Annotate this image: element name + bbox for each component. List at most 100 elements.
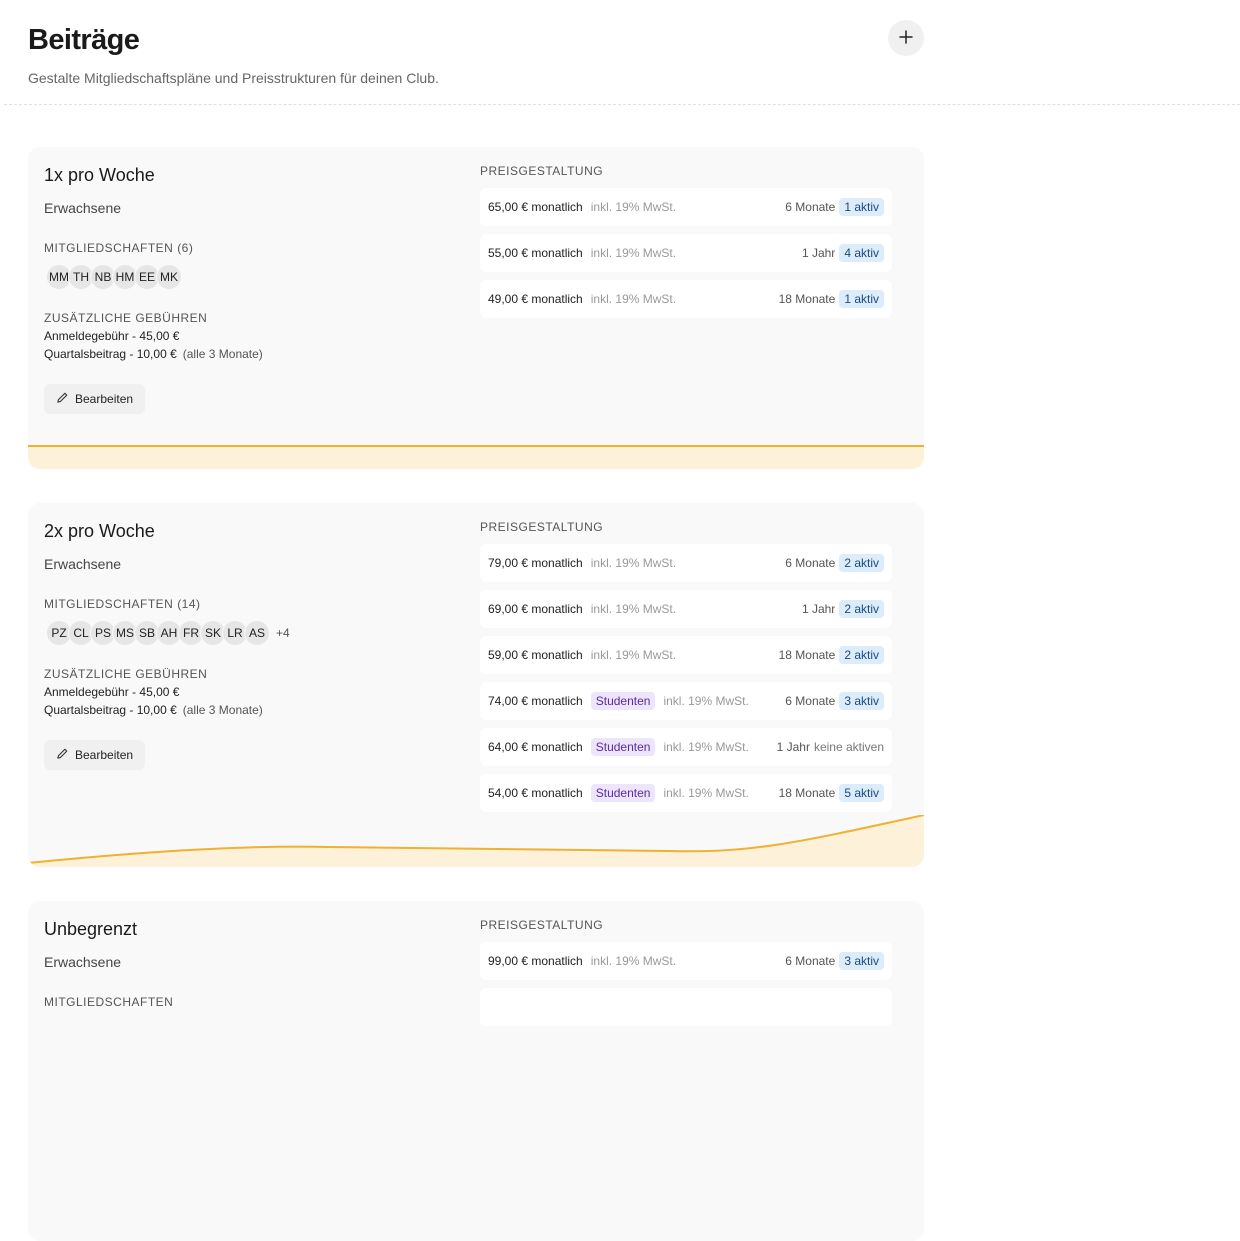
- active-count-badge: 3 aktiv: [839, 952, 884, 970]
- price-amount: 69,00 € monatlich: [488, 602, 583, 616]
- fees-label: Zusätzliche Gebühren: [44, 311, 208, 325]
- price-amount: 79,00 € monatlich: [488, 556, 583, 570]
- add-plan-button[interactable]: [888, 20, 924, 56]
- plan-title: 2x pro Woche: [44, 521, 155, 541]
- contract-duration: 6 Monate: [785, 200, 836, 214]
- fee-text: Anmeldegebühr - 45,00 €: [44, 329, 180, 343]
- fee-item: Anmeldegebühr - 45,00 €: [44, 685, 179, 699]
- plan-group: Erwachsene: [44, 200, 122, 216]
- fee-text: Anmeldegebühr - 45,00 €: [44, 685, 180, 699]
- memberships-count: (14): [177, 597, 201, 611]
- vat-note: inkl. 19% MwSt.: [590, 200, 677, 214]
- fee-note: (alle 3 Monate): [182, 347, 263, 361]
- fee-note: (alle 3 Monate): [182, 703, 263, 717]
- price-amount: 65,00 € monatlich: [488, 200, 583, 214]
- plan-title: Unbegrenzt: [44, 919, 138, 939]
- price-option-row[interactable]: 79,00 € monatlich inkl. 19% MwSt. 6 Monate…: [480, 544, 892, 582]
- fee-item: Anmeldegebühr - 45,00 €: [44, 329, 179, 343]
- fees-label: Zusätzliche Gebühren: [44, 667, 208, 681]
- pencil-icon: [56, 747, 69, 763]
- contract-duration: 1 Jahr: [776, 740, 810, 754]
- active-count-badge: 5 aktiv: [839, 784, 884, 802]
- memberships-count: (6): [177, 241, 194, 255]
- price-option-row[interactable]: 54,00 € monatlich Studenten inkl. 19% MwSt…: [480, 774, 892, 812]
- fee-text: Quartalsbeitrag - 10,00 €: [44, 703, 177, 717]
- contract-duration: 1 Jahr: [801, 246, 836, 260]
- edit-plan-button[interactable]: Bearbeiten: [44, 384, 146, 414]
- vat-note: inkl. 19% MwSt.: [590, 648, 677, 662]
- pricing-label: Preisgestaltung: [480, 520, 604, 534]
- price-option-row[interactable]: 69,00 € monatlich inkl. 19% MwSt. 1 Jahr 2 …: [480, 590, 892, 628]
- fee-item: Quartalsbeitrag - 10,00 € (alle 3 Monate): [44, 703, 263, 717]
- edit-label: Bearbeiten: [75, 748, 134, 762]
- plan-card: Unbegrenzt Erwachsene Mitgliedschaften Pre…: [28, 901, 924, 1241]
- pencil-icon: [56, 391, 69, 407]
- plan-title: 1x pro Woche: [44, 165, 155, 185]
- memberships-label: Mitgliedschaften (6): [44, 241, 193, 255]
- more-members-count[interactable]: +4: [276, 626, 290, 640]
- memberships-label-text: Mitgliedschaften: [44, 597, 174, 611]
- vat-note: inkl. 19% MwSt.: [663, 694, 749, 708]
- page-subtitle: Gestalte Mitgliedschaftspläne und Preiss…: [28, 70, 439, 86]
- price-amount: 99,00 € monatlich: [488, 954, 583, 968]
- fee-text: Quartalsbeitrag - 10,00 €: [44, 347, 177, 361]
- contract-duration: 6 Monate: [785, 954, 836, 968]
- vat-note: inkl. 19% MwSt.: [590, 954, 677, 968]
- plan-card: 1x pro Woche Erwachsene Mitgliedschaften (…: [28, 147, 924, 469]
- member-avatars: MM TH NB HM EE MK: [46, 264, 182, 290]
- member-avatars: PZ CL PS MS SB AH FR SK LR AS +4: [46, 620, 290, 646]
- memberships-label-text: Mitgliedschaften: [44, 241, 174, 255]
- price-option-row[interactable]: 49,00 € monatlich inkl. 19% MwSt. 18 Monat…: [480, 280, 892, 318]
- price-amount: 55,00 € monatlich: [488, 246, 583, 260]
- contract-duration: 18 Monate: [778, 292, 836, 306]
- contract-duration: 18 Monate: [778, 648, 836, 662]
- active-count-badge: keine aktiven: [813, 740, 884, 754]
- price-amount: 64,00 € monatlich: [488, 740, 583, 754]
- member-trend-sparkline: [28, 445, 924, 469]
- pricing-label: Preisgestaltung: [480, 918, 604, 932]
- memberships-label: Mitgliedschaften (14): [44, 597, 201, 611]
- contract-duration: 6 Monate: [785, 694, 836, 708]
- active-count-badge: 1 aktiv: [839, 290, 884, 308]
- trend-area: [28, 446, 924, 469]
- plus-icon: [898, 29, 914, 48]
- price-option-row[interactable]: 64,00 € monatlich Studenten inkl. 19% MwSt…: [480, 728, 892, 766]
- price-amount: 59,00 € monatlich: [488, 648, 583, 662]
- edit-plan-button[interactable]: Bearbeiten: [44, 740, 146, 770]
- fee-item: Quartalsbeitrag - 10,00 € (alle 3 Monate): [44, 347, 263, 361]
- memberships-label-text: Mitgliedschaften: [44, 995, 174, 1009]
- trend-area: [28, 815, 924, 867]
- active-count-badge: 4 aktiv: [839, 244, 884, 262]
- price-option-row[interactable]: 59,00 € monatlich inkl. 19% MwSt. 18 Monat…: [480, 636, 892, 674]
- price-amount: 49,00 € monatlich: [488, 292, 583, 306]
- price-option-row[interactable]: [480, 988, 892, 1026]
- contract-duration: 18 Monate: [778, 786, 836, 800]
- student-badge: Studenten: [590, 692, 656, 710]
- price-amount: 54,00 € monatlich: [488, 786, 583, 800]
- price-option-row[interactable]: 55,00 € monatlich inkl. 19% MwSt. 1 Jahr 4 …: [480, 234, 892, 272]
- vat-note: inkl. 19% MwSt.: [663, 786, 749, 800]
- active-count-badge: 2 aktiv: [839, 600, 884, 618]
- price-option-row[interactable]: 99,00 € monatlich inkl. 19% MwSt. 6 Monate…: [480, 942, 892, 980]
- contract-duration: 6 Monate: [785, 556, 836, 570]
- student-badge: Studenten: [590, 784, 656, 802]
- avatar[interactable]: MK: [156, 264, 182, 290]
- price-amount: 74,00 € monatlich: [488, 694, 583, 708]
- vat-note: inkl. 19% MwSt.: [590, 556, 677, 570]
- pricing-label: Preisgestaltung: [480, 164, 604, 178]
- plan-group: Erwachsene: [44, 556, 122, 572]
- vat-note: inkl. 19% MwSt.: [590, 246, 677, 260]
- price-option-row[interactable]: 74,00 € monatlich Studenten inkl. 19% MwSt…: [480, 682, 892, 720]
- plan-group: Erwachsene: [44, 954, 122, 970]
- active-count-badge: 2 aktiv: [839, 554, 884, 572]
- plan-card: 2x pro Woche Erwachsene Mitgliedschaften (…: [28, 503, 924, 867]
- active-count-badge: 3 aktiv: [839, 692, 884, 710]
- price-option-row[interactable]: 65,00 € monatlich inkl. 19% MwSt. 6 Monate…: [480, 188, 892, 226]
- memberships-label: Mitgliedschaften: [44, 995, 173, 1009]
- active-count-badge: 1 aktiv: [839, 198, 884, 216]
- header-divider: [4, 104, 1240, 105]
- member-trend-sparkline: [28, 815, 924, 867]
- student-badge: Studenten: [590, 738, 656, 756]
- vat-note: inkl. 19% MwSt.: [590, 602, 677, 616]
- avatar[interactable]: AS: [244, 620, 270, 646]
